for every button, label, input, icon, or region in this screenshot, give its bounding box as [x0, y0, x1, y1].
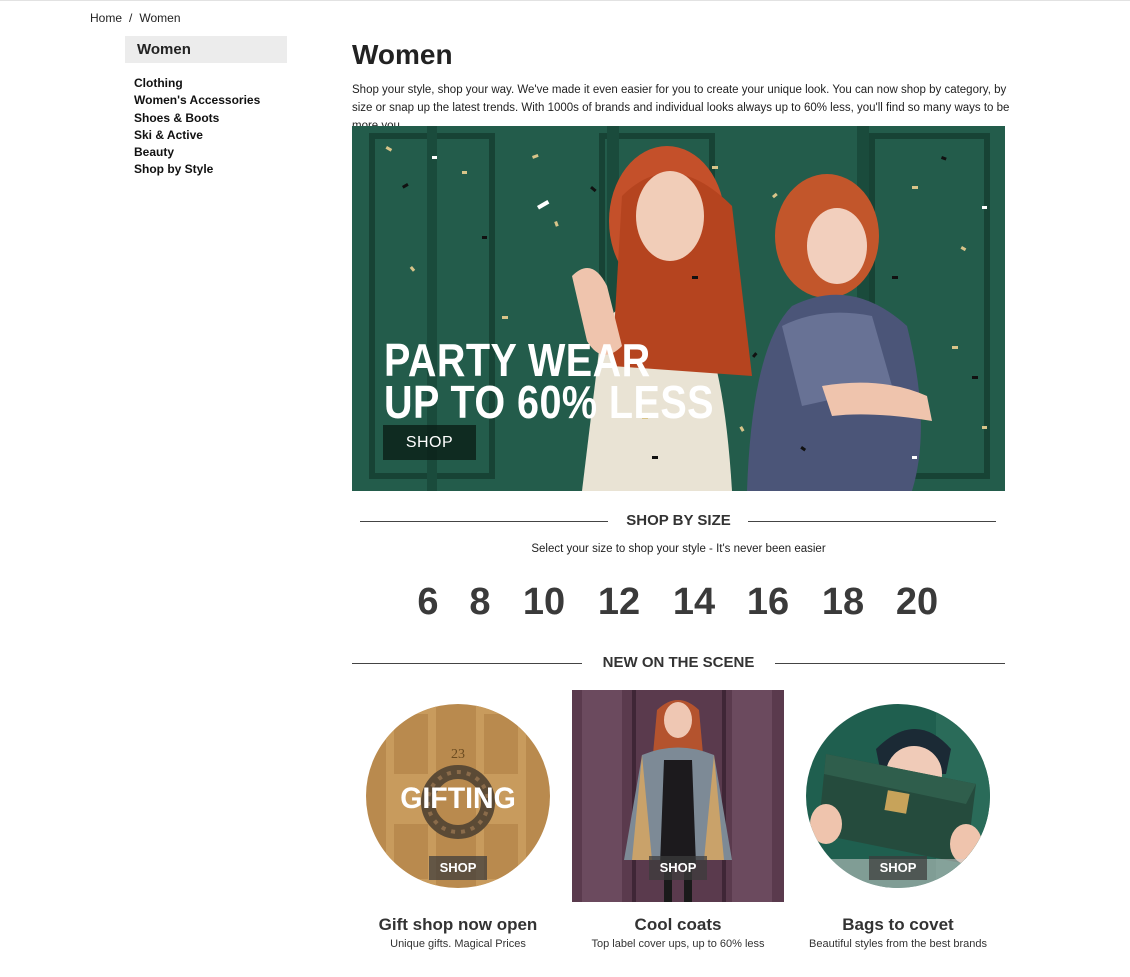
hero-line-1: PARTY WEAR	[384, 334, 651, 386]
hero-shop-button[interactable]: SHOP	[383, 425, 476, 460]
size-subtitle: Select your size to shop your style - It…	[531, 543, 826, 555]
hero-headline: PARTY WEAR UP TO 60% LESS	[384, 334, 714, 428]
heading-rule-right	[748, 521, 996, 522]
sidebar-item-beauty[interactable]: Beauty	[134, 144, 260, 161]
door-number: 23	[451, 747, 465, 762]
hero-banner[interactable]: PARTY WEAR UP TO 60% LESS SHOP	[352, 126, 1005, 491]
promo-card-gifting[interactable]: 23 GIFTING SHOP Gift shop now open Uniqu…	[352, 690, 564, 950]
new-on-scene-heading: NEW ON THE SCENE	[352, 653, 1005, 673]
bags-title[interactable]: Bags to covet	[792, 915, 1004, 935]
bags-image: SHOP	[792, 690, 1004, 902]
gifting-image: 23 GIFTING SHOP	[352, 690, 564, 902]
size-option-14[interactable]: 14	[673, 578, 715, 626]
size-option-16[interactable]: 16	[747, 578, 789, 626]
promo-card-bags[interactable]: SHOP Bags to covet Beautiful styles from…	[792, 690, 1004, 950]
breadcrumb-home[interactable]: Home	[90, 11, 122, 25]
breadcrumb-separator: /	[129, 11, 133, 25]
top-divider	[0, 0, 1130, 1]
sidebar-item-shoes-boots[interactable]: Shoes & Boots	[134, 110, 260, 127]
sidebar-item-ski-active[interactable]: Ski & Active	[134, 127, 260, 144]
size-option-20[interactable]: 20	[896, 578, 938, 626]
sidebar-item-clothing[interactable]: Clothing	[134, 75, 260, 92]
bags-shop-button[interactable]: SHOP	[869, 856, 927, 880]
sidebar-nav: Clothing Women's Accessories Shoes & Boo…	[134, 75, 260, 179]
gifting-subtitle: Unique gifts. Magical Prices	[390, 938, 526, 950]
breadcrumb: Home / Women	[90, 11, 181, 25]
size-option-12[interactable]: 12	[598, 578, 640, 626]
coats-title[interactable]: Cool coats	[572, 915, 784, 935]
gifting-overlay-text: GIFTING	[400, 782, 516, 815]
page-title: Women	[352, 39, 453, 70]
breadcrumb-current: Women	[139, 11, 181, 25]
hero-line-2: UP TO 60% LESS	[384, 376, 714, 428]
heading-rule-right	[775, 663, 1005, 664]
size-option-10[interactable]: 10	[523, 578, 565, 626]
coats-subtitle: Top label cover ups, up to 60% less	[591, 938, 765, 950]
size-option-18[interactable]: 18	[822, 578, 864, 626]
sidebar-title: Women	[125, 36, 287, 63]
gifting-shop-button[interactable]: SHOP	[429, 856, 487, 880]
size-selector: 6 8 10 12 14 16 18 20	[352, 578, 1005, 626]
bags-subtitle: Beautiful styles from the best brands	[809, 938, 987, 950]
coats-shop-button[interactable]: SHOP	[649, 856, 707, 880]
coats-image: SHOP	[572, 690, 784, 902]
size-option-8[interactable]: 8	[469, 578, 490, 626]
sidebar-item-shop-by-style[interactable]: Shop by Style	[134, 161, 260, 178]
shop-by-size-heading: SHOP BY SIZE	[352, 511, 1005, 531]
promo-card-coats[interactable]: SHOP Cool coats Top label cover ups, up …	[572, 690, 784, 950]
gifting-title[interactable]: Gift shop now open	[352, 915, 564, 935]
size-option-6[interactable]: 6	[417, 578, 438, 626]
sidebar-item-womens-accessories[interactable]: Women's Accessories	[134, 92, 260, 109]
